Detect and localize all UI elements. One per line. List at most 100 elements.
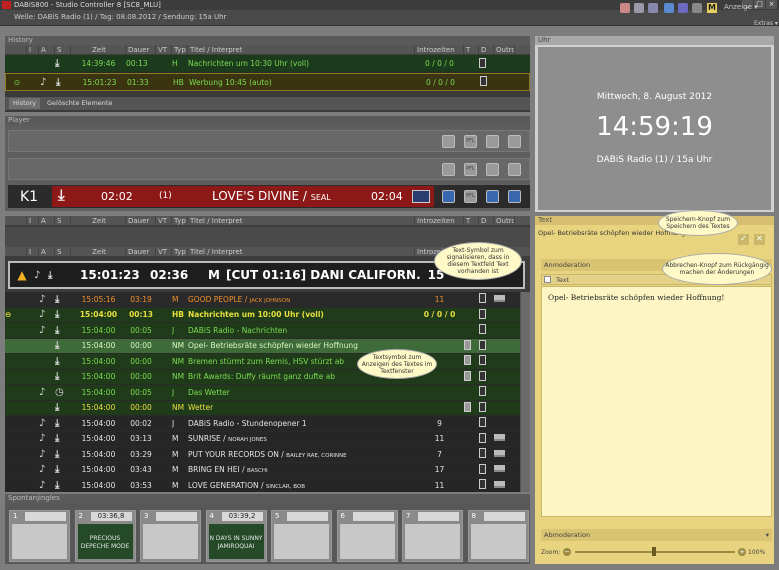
playlist-row[interactable]: ♪ ⤓ 15:04:00 03:53 M LOVE GENERATION / SINCLA… bbox=[5, 478, 520, 492]
document-icon[interactable] bbox=[479, 417, 486, 428]
zoom-slider-handle[interactable] bbox=[652, 547, 656, 556]
document-icon[interactable] bbox=[479, 432, 486, 443]
text-symbol-icon[interactable] bbox=[464, 370, 471, 381]
k1-doc-button[interactable] bbox=[486, 190, 499, 203]
jingle-time bbox=[352, 512, 394, 521]
history-row[interactable]: ⊙ ♪ ⤓ 15:01:23 01:33 HB Werbung 10:45 (a… bbox=[5, 73, 530, 91]
playlist-row[interactable]: ♪ ⤓ 15:05:16 03:19 M GOOD PEOPLE / JACK JOHNS… bbox=[5, 292, 520, 308]
playlist-row[interactable]: ♪ ⤓ 15:04:00 03:13 M SUNRISE / NORAH JONES 11 bbox=[5, 431, 520, 447]
download-icon: ⤓ bbox=[55, 58, 60, 69]
check-icon[interactable] bbox=[664, 3, 674, 13]
jingle-slot-5[interactable]: 5 bbox=[271, 510, 332, 562]
document-icon[interactable] bbox=[479, 479, 486, 490]
playlist-row[interactable]: ♪ ⤓ 15:04:00 00:02 J DABiS Radio - Stundenope… bbox=[5, 416, 520, 432]
download-icon: ⤓ bbox=[55, 464, 60, 476]
cell-titel: Opel- Betriebsräte schöpfen wieder Hoffn… bbox=[188, 341, 415, 350]
jingle-slot-1[interactable]: 1 bbox=[9, 510, 70, 562]
document-icon[interactable] bbox=[479, 308, 486, 319]
zoom-label: Zoom: bbox=[541, 549, 561, 556]
cell-zeit: 15:04:00 bbox=[81, 480, 116, 490]
slot-3-doc-button[interactable] bbox=[486, 163, 499, 176]
history-row[interactable]: ⤓ 14:39:46 00:13 H Nachrichten um 10:30 … bbox=[5, 55, 530, 73]
k1-pfl-button[interactable]: PFL bbox=[464, 190, 477, 203]
document-icon[interactable] bbox=[479, 324, 486, 335]
playlist-row[interactable]: ♪ ⤓ 15:04:00 00:05 J DABiS Radio - Nachrichte… bbox=[5, 323, 520, 339]
settings-icon[interactable] bbox=[692, 3, 702, 13]
tab-history[interactable]: History bbox=[9, 98, 41, 109]
jingle-time bbox=[418, 512, 459, 521]
playlist-row[interactable]: ♪ ⤓ 15:04:00 03:43 M BRING EN HEI / BASCHI 17 bbox=[5, 462, 520, 478]
zoom-in-icon[interactable]: + bbox=[738, 548, 746, 556]
cell-dauer: 00:13 bbox=[129, 310, 153, 320]
slot-2-button[interactable] bbox=[442, 135, 455, 148]
text-symbol-icon[interactable] bbox=[464, 401, 471, 412]
jingle-number: 1 bbox=[13, 512, 18, 520]
jingle-slot-8[interactable]: 8 bbox=[467, 510, 529, 562]
toolbar-icon-2[interactable] bbox=[634, 3, 644, 13]
jingle-slot-6[interactable]: 6 bbox=[336, 510, 398, 562]
tab-geloeschte-elemente[interactable]: Gelöschte Elemente bbox=[43, 98, 116, 109]
abmoderation-section[interactable]: Abmoderation ▾ bbox=[541, 529, 772, 541]
slot-2-pfl-button[interactable]: PFL bbox=[464, 135, 477, 148]
m-button[interactable]: M bbox=[707, 3, 717, 13]
playlist-row[interactable]: ⤓ 15:04:00 00:00 NM Brit Awards: Duffy räumt… bbox=[5, 369, 520, 385]
k1-info-button[interactable] bbox=[508, 190, 521, 203]
zoom-out-icon[interactable]: − bbox=[563, 548, 571, 556]
trash-icon[interactable] bbox=[648, 3, 658, 13]
row-title: Brit Awards: Duffy räumt ganz dufte ab bbox=[188, 372, 336, 382]
cell-zeit: 15:04:00 bbox=[81, 449, 116, 459]
cell-zeit: 15:04:00 bbox=[81, 387, 116, 397]
playlist-row[interactable]: ⤓ 15:04:00 00:00 NM Opel- Betriebsräte schöp… bbox=[5, 338, 520, 354]
text-symbol-icon[interactable] bbox=[464, 339, 471, 350]
document-icon[interactable] bbox=[479, 463, 486, 474]
document-icon[interactable] bbox=[479, 57, 486, 68]
playlist-row[interactable]: ⊖ ♪ ⤓ 15:04:00 00:13 HB Nachrichten um 10:00 U… bbox=[5, 307, 520, 323]
anzeige-menu[interactable]: Anzeige ▾ bbox=[724, 3, 758, 11]
jingle-slot-3[interactable]: 3 bbox=[140, 510, 201, 562]
cell-zeit: 15:04:00 bbox=[81, 418, 116, 428]
text-body[interactable]: Opel- Betriebsräte schöpfen wieder Hoffn… bbox=[541, 286, 772, 517]
slot-2-doc-button[interactable] bbox=[486, 135, 499, 148]
document-icon[interactable] bbox=[479, 370, 486, 381]
k1-channel: (1) bbox=[159, 191, 172, 201]
toolbar-icon-1[interactable] bbox=[620, 3, 630, 13]
outro-icon bbox=[494, 465, 505, 473]
jingle-number: 5 bbox=[275, 512, 280, 520]
document-icon[interactable] bbox=[479, 339, 486, 350]
close-button[interactable]: × bbox=[766, 0, 777, 9]
jingle-content bbox=[274, 524, 329, 559]
download-icon: ⤓ bbox=[55, 433, 60, 445]
slot-3-button[interactable] bbox=[442, 163, 455, 176]
document-icon[interactable] bbox=[479, 401, 486, 412]
document-icon[interactable] bbox=[479, 355, 486, 366]
save-button[interactable]: ✓ bbox=[738, 234, 749, 245]
jingle-slot-2[interactable]: 2 03:36,8 PRECIOUS DEPECHE MODE bbox=[74, 510, 136, 562]
cell-dauer: 03:43 bbox=[130, 465, 152, 475]
jingle-slot-7[interactable]: 7 bbox=[402, 510, 463, 562]
jingle-slot-4[interactable]: 4 03:39,2 N DAYS IN SUNNY JAMIROQUAI bbox=[205, 510, 267, 562]
playlist-row[interactable]: ♪ ⤓ 15:04:00 03:29 M PUT YOUR RECORDS ON / BA… bbox=[5, 447, 520, 463]
extras-menu[interactable]: Extras ▾ bbox=[754, 20, 778, 27]
k1-play-button[interactable] bbox=[442, 190, 455, 203]
document-icon[interactable] bbox=[479, 293, 486, 304]
text-symbol-icon[interactable] bbox=[464, 355, 471, 366]
slot-3-info-button[interactable] bbox=[508, 163, 521, 176]
playlist-row[interactable]: ⤓ 15:04:00 00:00 NM Bremen stürmt zum Remis,… bbox=[5, 354, 520, 370]
playlist-row[interactable]: ⤓ 15:04:00 00:00 NM Wetter bbox=[5, 400, 520, 416]
cancel-button[interactable]: ✕ bbox=[754, 234, 765, 245]
playlist-scrollbar[interactable] bbox=[520, 292, 530, 492]
row-title: Wetter bbox=[188, 403, 214, 413]
document-icon[interactable] bbox=[479, 386, 486, 397]
edit-icon[interactable] bbox=[678, 3, 688, 13]
slot-2-info-button[interactable] bbox=[508, 135, 521, 148]
document-icon[interactable] bbox=[479, 448, 486, 459]
jingle-time bbox=[25, 512, 66, 521]
playlist-row[interactable]: ♪ ◷ 15:04:00 00:05 J Das Wetter bbox=[5, 385, 520, 401]
slot-3-pfl-button[interactable]: PFL bbox=[464, 163, 477, 176]
clock-date: Mittwoch, 8. August 2012 bbox=[596, 92, 713, 102]
jingle-content bbox=[12, 524, 67, 559]
music-note-icon: ♪ bbox=[39, 293, 46, 305]
cell-typ: J bbox=[172, 418, 175, 428]
document-icon[interactable] bbox=[480, 76, 487, 86]
cell-dauer: 00:00 bbox=[130, 372, 152, 382]
